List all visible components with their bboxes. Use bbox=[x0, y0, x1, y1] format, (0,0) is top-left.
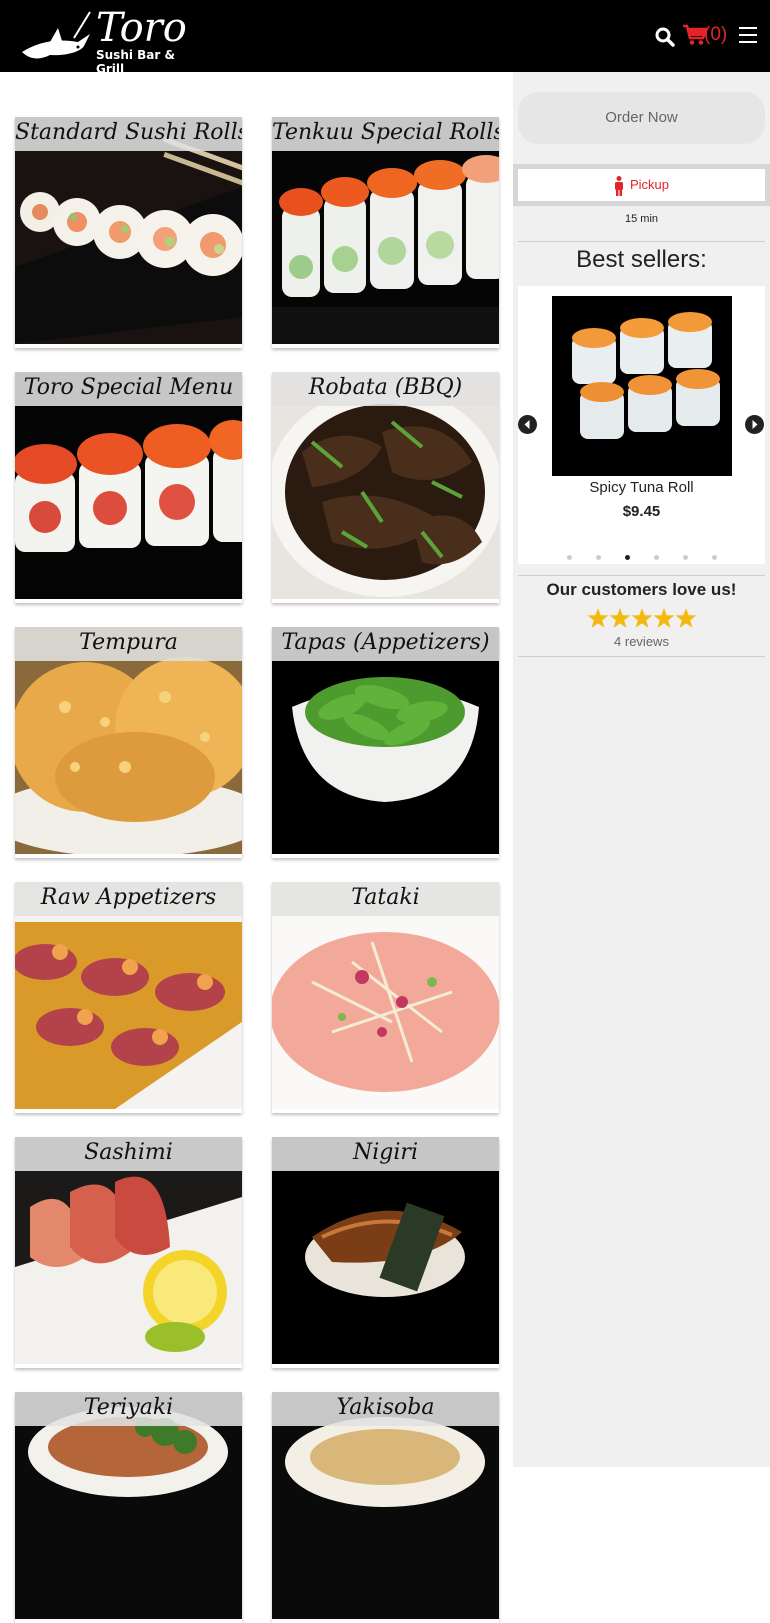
category-label: Yakisoba bbox=[272, 1392, 499, 1426]
star-icon bbox=[609, 608, 631, 628]
special-roll-photo bbox=[272, 117, 499, 344]
category-label: Tenkuu Special Rolls bbox=[272, 117, 499, 151]
category-tile-robata-bbq[interactable]: Robata (BBQ) bbox=[272, 372, 499, 603]
hamburger-menu-icon[interactable] bbox=[739, 27, 757, 44]
star-icon bbox=[675, 608, 697, 628]
category-label: Robata (BBQ) bbox=[272, 372, 499, 406]
order-sidebar: Order Now Pickup 15 min Best sellers: Sp… bbox=[513, 72, 770, 1467]
pickup-label: Pickup bbox=[629, 177, 670, 192]
tempura-photo bbox=[15, 627, 242, 854]
edamame-photo bbox=[272, 627, 499, 854]
person-icon bbox=[614, 175, 623, 196]
divider bbox=[518, 575, 765, 576]
pickup-option[interactable]: Pickup bbox=[518, 169, 765, 201]
category-tile-tapas-appetizers[interactable]: Tapas (Appetizers) bbox=[272, 627, 499, 858]
logo-wordmark: Toro bbox=[96, 5, 187, 51]
best-sellers-carousel: Spicy Tuna Roll $9.45 bbox=[518, 286, 765, 564]
category-label: Toro Special Menu bbox=[15, 372, 242, 406]
carousel-item-price: $9.45 bbox=[622, 503, 661, 520]
category-tile-sashimi[interactable]: Sashimi bbox=[15, 1137, 242, 1368]
toro-logo[interactable]: Toro Sushi Bar & Grill bbox=[20, 5, 205, 76]
star-icon bbox=[587, 608, 609, 628]
carousel-dot[interactable] bbox=[711, 555, 717, 561]
yakisoba-photo bbox=[272, 1392, 499, 1619]
divider bbox=[518, 241, 765, 242]
category-tile-teriyaki[interactable]: Teriyaki bbox=[15, 1392, 242, 1623]
category-label: Standard Sushi Rolls bbox=[15, 117, 242, 151]
reviews-count[interactable]: 4 reviews bbox=[513, 634, 770, 649]
bbq-photo bbox=[272, 372, 499, 599]
category-grid: Standard Sushi Rolls Tenkuu Special Roll… bbox=[0, 72, 513, 1623]
sashimi-photo bbox=[15, 1137, 242, 1364]
cart-count[interactable]: (0) bbox=[704, 23, 727, 47]
star-icon bbox=[631, 608, 653, 628]
category-tile-toro-special-menu[interactable]: Toro Special Menu bbox=[15, 372, 242, 603]
category-tile-yakisoba[interactable]: Yakisoba bbox=[272, 1392, 499, 1623]
pickup-eta: 15 min bbox=[624, 213, 659, 225]
category-tile-tenkuu-special-rolls[interactable]: Tenkuu Special Rolls bbox=[272, 117, 499, 348]
order-now-button[interactable]: Order Now bbox=[518, 92, 765, 144]
nigiri-photo bbox=[272, 1137, 499, 1364]
category-tile-tataki[interactable]: Tataki bbox=[272, 882, 499, 1113]
divider bbox=[518, 656, 765, 657]
carousel-dots bbox=[518, 549, 765, 561]
category-tile-raw-appetizers[interactable]: Raw Appetizers bbox=[15, 882, 242, 1113]
carousel-next-icon[interactable] bbox=[745, 415, 764, 434]
carousel-dot[interactable] bbox=[624, 555, 630, 561]
beef-tataki-photo bbox=[15, 882, 242, 1109]
carousel-item-name[interactable]: Spicy Tuna Roll bbox=[518, 479, 765, 496]
category-label: Tempura bbox=[15, 627, 242, 661]
category-label: Tataki bbox=[272, 882, 499, 916]
top-nav-bar: Toro Sushi Bar & Grill (0) bbox=[0, 0, 770, 76]
carousel-dot[interactable] bbox=[682, 555, 688, 561]
carousel-dot[interactable] bbox=[595, 555, 601, 561]
toro-roll-photo bbox=[15, 372, 242, 599]
category-label: Tapas (Appetizers) bbox=[272, 627, 499, 661]
category-tile-tempura[interactable]: Tempura bbox=[15, 627, 242, 858]
star-icon bbox=[653, 608, 675, 628]
category-label: Sashimi bbox=[15, 1137, 242, 1171]
category-tile-standard-sushi-rolls[interactable]: Standard Sushi Rolls bbox=[15, 117, 242, 348]
shark-logo-icon bbox=[22, 11, 91, 59]
fish-tataki-photo bbox=[272, 882, 499, 1109]
carousel-prev-icon[interactable] bbox=[518, 415, 537, 434]
search-icon[interactable] bbox=[655, 27, 675, 47]
carousel-dot[interactable] bbox=[653, 555, 659, 561]
spicy-tuna-roll-photo[interactable] bbox=[552, 296, 732, 476]
teriyaki-photo bbox=[15, 1392, 242, 1619]
category-tile-nigiri[interactable]: Nigiri bbox=[272, 1137, 499, 1368]
reviews-title: Our customers love us! bbox=[546, 580, 737, 599]
five-star-rating[interactable] bbox=[587, 606, 697, 630]
carousel-dot[interactable] bbox=[566, 555, 572, 561]
category-label: Nigiri bbox=[272, 1137, 499, 1171]
best-sellers-title: Best sellers: bbox=[576, 246, 707, 273]
sushi-roll-photo bbox=[15, 117, 242, 344]
order-type-selector: Pickup bbox=[513, 164, 770, 206]
category-label: Raw Appetizers bbox=[15, 882, 242, 916]
category-label: Teriyaki bbox=[15, 1392, 242, 1426]
